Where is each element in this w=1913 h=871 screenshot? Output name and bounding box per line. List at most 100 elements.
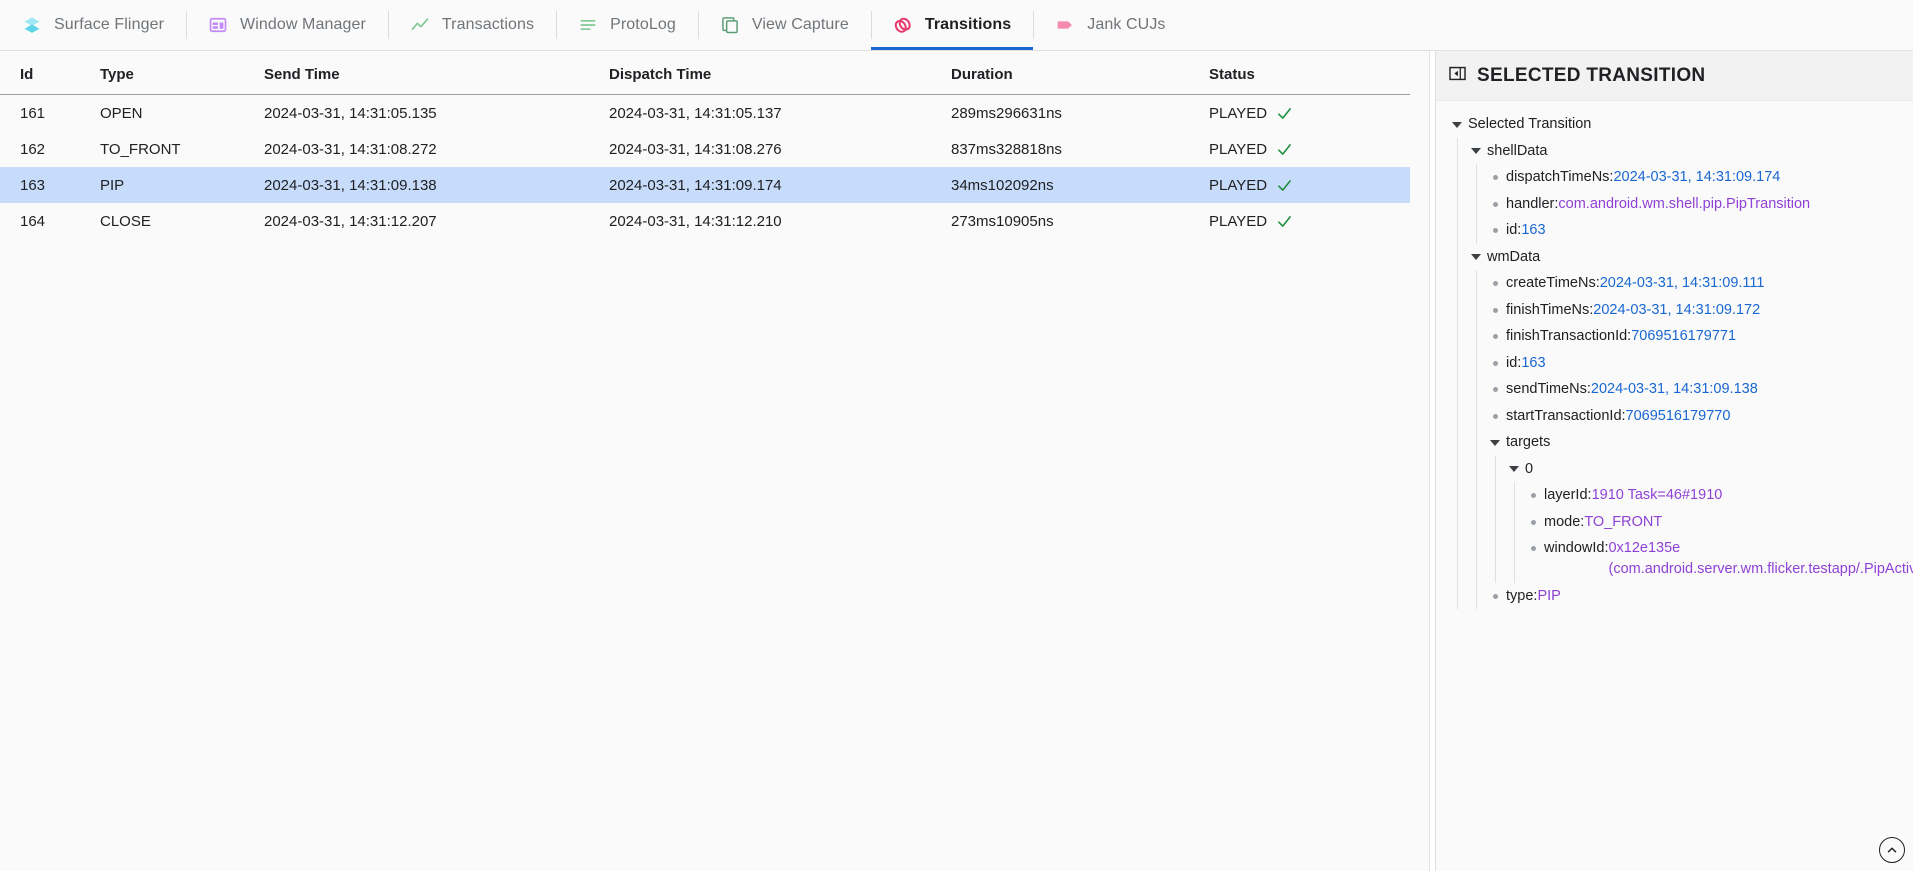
tag-icon [1054,14,1076,36]
tree-row-handler[interactable]: handler: com.android.wm.shell.pip.PipTra… [1488,191,1913,218]
cell-type: OPEN [100,95,264,132]
column-header-duration[interactable]: Duration [951,57,1209,95]
tree-children: 0 layerId: 1910 Task=46#1910 [1495,456,1913,583]
bullet-icon [1488,167,1502,188]
status-label: PLAYED [1209,177,1267,194]
property-value[interactable]: 7069516179770 [1626,406,1731,427]
property-value[interactable]: com.android.wm.shell.pip.PipTransition [1558,194,1810,215]
tree-row-layer-id[interactable]: layerId: 1910 Task=46#1910 [1526,482,1913,509]
cell-dispatch-time[interactable]: 2024-03-31, 14:31:05.137 [609,95,951,132]
collapse-panel-icon[interactable] [1448,64,1467,88]
cell-dispatch-time[interactable]: 2024-03-31, 14:31:08.276 [609,131,951,167]
property-key: sendTimeNs: [1506,379,1591,400]
cell-send-time[interactable]: 2024-03-31, 14:31:08.272 [264,131,609,167]
tab-window-manager[interactable]: Window Manager [186,0,388,50]
tree-row[interactable]: shellData [1469,138,1913,165]
property-tree[interactable]: Selected Transition shellData dispatchTi… [1436,101,1913,871]
tree-row-finish-time-ns[interactable]: finishTimeNs: 2024-03-31, 14:31:09.172 [1488,297,1913,324]
tree-row-create-time-ns[interactable]: createTimeNs: 2024-03-31, 14:31:09.111 [1488,270,1913,297]
property-key: id: [1506,353,1521,374]
tree-children: shellData dispatchTimeNs: 2024-03-31, 14… [1457,138,1913,610]
tab-label: Window Manager [240,16,366,34]
cell-id: 164 [0,203,100,239]
column-header-dispatch-time[interactable]: Dispatch Time [609,57,951,95]
tab-view-capture[interactable]: View Capture [698,0,871,50]
cell-duration: 273ms10905ns [951,203,1209,239]
chevron-down-icon[interactable] [1469,141,1483,162]
property-value[interactable]: 2024-03-31, 14:31:09.172 [1593,300,1760,321]
chevron-down-icon[interactable] [1450,114,1464,135]
property-value[interactable]: 1910 Task=46#1910 [1592,485,1723,506]
tree-row-type[interactable]: type: PIP [1488,583,1913,610]
tree-children: layerId: 1910 Task=46#1910 mode: TO_FRON… [1514,482,1913,583]
table-row[interactable]: 164 CLOSE 2024-03-31, 14:31:12.207 2024-… [0,203,1410,239]
tab-surface-flinger[interactable]: Surface Flinger [0,0,186,50]
cell-type: CLOSE [100,203,264,239]
cell-id: 163 [0,167,100,203]
cell-dispatch-time[interactable]: 2024-03-31, 14:31:12.210 [609,203,951,239]
tree-row-send-time-ns[interactable]: sendTimeNs: 2024-03-31, 14:31:09.138 [1488,376,1913,403]
tree-row-dispatch-time-ns[interactable]: dispatchTimeNs: 2024-03-31, 14:31:09.174 [1488,164,1913,191]
tree-node-target-0: 0 layerId: 1910 Task=46#1910 [1507,456,1913,583]
property-value[interactable]: TO_FRONT [1584,512,1662,533]
property-key: mode: [1544,512,1584,533]
table-row-selected[interactable]: 163 PIP 2024-03-31, 14:31:09.138 2024-03… [0,167,1410,203]
cell-send-time[interactable]: 2024-03-31, 14:31:12.207 [264,203,609,239]
tree-row-window-id[interactable]: windowId: 0x12e135e (com.android.server.… [1526,535,1913,583]
tree-row-finish-transaction-id[interactable]: finishTransactionId: 7069516179771 [1488,323,1913,350]
tab-label: Jank CUJs [1087,16,1165,34]
bullet-icon [1488,300,1502,321]
property-key: id: [1506,220,1521,241]
check-icon [1276,177,1293,194]
cell-dispatch-time[interactable]: 2024-03-31, 14:31:09.174 [609,167,951,203]
status-label: PLAYED [1209,141,1267,158]
table-row[interactable]: 161 OPEN 2024-03-31, 14:31:05.135 2024-0… [0,95,1410,132]
table-body: 161 OPEN 2024-03-31, 14:31:05.135 2024-0… [0,95,1410,240]
tab-jank-cujs[interactable]: Jank CUJs [1033,0,1187,50]
bullet-icon [1488,406,1502,427]
column-header-id[interactable]: Id [0,57,100,95]
cell-send-time[interactable]: 2024-03-31, 14:31:05.135 [264,95,609,132]
property-value[interactable]: 2024-03-31, 14:31:09.138 [1591,379,1758,400]
tree-row[interactable]: 0 [1507,456,1913,483]
property-value[interactable]: 2024-03-31, 14:31:09.111 [1600,273,1765,294]
cell-status: PLAYED [1209,167,1410,203]
property-value[interactable]: 7069516179771 [1631,326,1736,347]
tab-transitions[interactable]: Transitions [871,0,1033,50]
column-header-status[interactable]: Status [1209,57,1410,95]
chevron-down-icon[interactable] [1469,247,1483,268]
tab-transactions[interactable]: Transactions [388,0,556,50]
bullet-icon [1488,220,1502,241]
bullet-icon [1488,326,1502,347]
tree-row-mode[interactable]: mode: TO_FRONT [1526,509,1913,536]
tab-protolog[interactable]: ProtoLog [556,0,698,50]
tree-label: Selected Transition [1468,114,1591,135]
tree-row-start-transaction-id[interactable]: startTransactionId: 7069516179770 [1488,403,1913,430]
property-value[interactable]: PIP [1537,586,1560,607]
tree-row[interactable]: targets [1488,429,1913,456]
scroll-up-icon[interactable] [1879,837,1905,863]
window-icon [207,14,229,36]
property-key: type: [1506,586,1537,607]
tree-row-id[interactable]: id: 163 [1488,217,1913,244]
column-header-type[interactable]: Type [100,57,264,95]
chevron-down-icon[interactable] [1507,459,1521,480]
property-value[interactable]: 0x12e135e (com.android.server.wm.flicker… [1608,538,1886,580]
tree-label: shellData [1487,141,1547,162]
property-value[interactable]: 2024-03-31, 14:31:09.174 [1613,167,1780,188]
chevron-down-icon[interactable] [1488,432,1502,453]
property-key: finishTransactionId: [1506,326,1631,347]
property-value[interactable]: 163 [1521,353,1545,374]
tree-row-id[interactable]: id: 163 [1488,350,1913,377]
column-header-send-time[interactable]: Send Time [264,57,609,95]
table-row[interactable]: 162 TO_FRONT 2024-03-31, 14:31:08.272 20… [0,131,1410,167]
property-value[interactable]: 163 [1521,220,1545,241]
tree-row[interactable]: wmData [1469,244,1913,271]
property-key: startTransactionId: [1506,406,1626,427]
layers-icon [21,14,43,36]
tree-row[interactable]: Selected Transition [1450,111,1913,138]
bullet-icon [1526,512,1540,533]
tab-label: ProtoLog [610,16,676,34]
cell-send-time[interactable]: 2024-03-31, 14:31:09.138 [264,167,609,203]
panel-title: SELECTED TRANSITION [1477,65,1705,87]
